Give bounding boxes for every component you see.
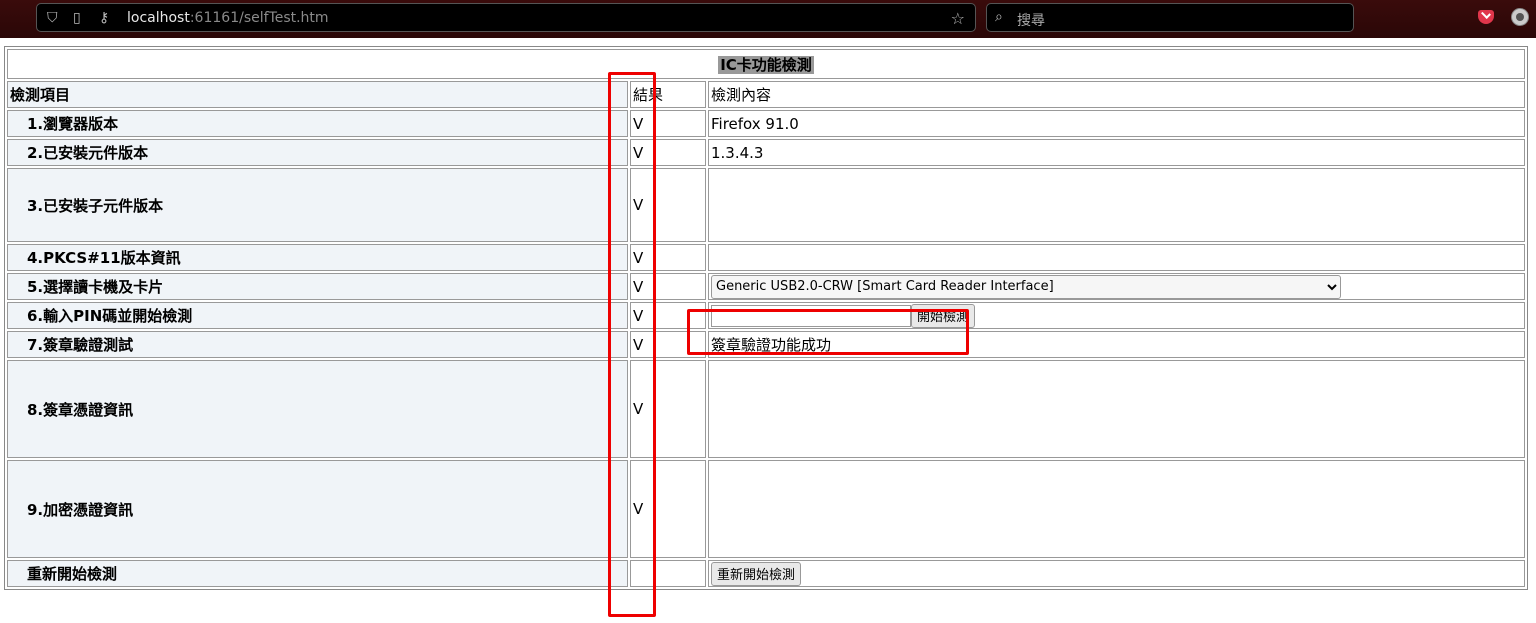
page-icon: ▯ — [73, 10, 81, 26]
card-reader-select[interactable]: Generic USB2.0-CRW [Smart Card Reader In… — [711, 274, 1341, 299]
row-result: V — [630, 244, 706, 271]
browser-toolbar: ⛉ ▯ ⚷ localhost:61161/selfTest.htm ☆ ⌕ 搜… — [0, 0, 1536, 38]
table-title-cell: IC卡功能檢測 — [7, 49, 1525, 79]
row-result: V — [630, 331, 706, 358]
search-placeholder: 搜尋 — [1017, 13, 1045, 29]
pin-input[interactable] — [711, 304, 911, 327]
row-content: 1.3.4.3 — [708, 139, 1525, 166]
row-result — [630, 560, 706, 587]
row-label: 7.簽章驗證測試 — [7, 331, 628, 358]
row-result: V — [630, 302, 706, 329]
row-label: 4.PKCS#11版本資訊 — [7, 244, 628, 271]
table-row: 1.瀏覽器版本 V Firefox 91.0 — [7, 110, 1525, 137]
pocket-icon[interactable] — [1478, 10, 1494, 24]
address-bar[interactable]: ⛉ ▯ ⚷ localhost:61161/selfTest.htm ☆ — [36, 3, 976, 32]
row-content: 簽章驗證功能成功 — [708, 331, 1525, 358]
table-row: 3.已安裝子元件版本 V — [7, 168, 1525, 242]
table-row: 9.加密憑證資訊 V — [7, 460, 1525, 558]
row-label: 2.已安裝元件版本 — [7, 139, 628, 166]
header-content: 檢測內容 — [708, 81, 1525, 108]
row-content — [708, 168, 1525, 242]
header-result: 結果 — [630, 81, 706, 108]
row-content — [708, 244, 1525, 271]
row-label: 3.已安裝子元件版本 — [7, 168, 628, 242]
row-result: V — [630, 139, 706, 166]
shield-icon[interactable]: ⛉ — [47, 10, 58, 26]
table-row: 重新開始檢測 重新開始檢測 — [7, 560, 1525, 587]
row-label: 5.選擇讀卡機及卡片 — [7, 273, 628, 300]
row-content: 開始檢測 — [708, 302, 1525, 329]
search-icon: ⌕ — [995, 9, 1003, 25]
table-row: 6.輸入PIN碼並開始檢測 V 開始檢測 — [7, 302, 1525, 329]
start-test-button[interactable]: 開始檢測 — [911, 303, 976, 328]
row-label: 9.加密憑證資訊 — [7, 460, 628, 558]
row-result: V — [630, 460, 706, 558]
table-row: 4.PKCS#11版本資訊 V — [7, 244, 1525, 271]
row-result: V — [630, 110, 706, 137]
url-text[interactable]: localhost:61161/selfTest.htm — [127, 10, 329, 26]
search-bar[interactable]: ⌕ 搜尋 — [986, 3, 1354, 32]
bookmark-star-icon[interactable]: ☆ — [951, 9, 965, 28]
self-test-page: IC卡功能檢測 檢測項目 結果 檢測內容 1.瀏覽器版本 V Firefox 9… — [4, 46, 1528, 590]
table-row: 5.選擇讀卡機及卡片 V Generic USB2.0-CRW [Smart C… — [7, 273, 1525, 300]
header-item: 檢測項目 — [7, 81, 628, 108]
row-result: V — [630, 273, 706, 300]
table-row: 8.簽章憑證資訊 V — [7, 360, 1525, 458]
row-content — [708, 360, 1525, 458]
row-content: Firefox 91.0 — [708, 110, 1525, 137]
row-result: V — [630, 360, 706, 458]
row-result: V — [630, 168, 706, 242]
row-label: 8.簽章憑證資訊 — [7, 360, 628, 458]
restart-test-button[interactable]: 重新開始檢測 — [711, 561, 802, 586]
table-row: 2.已安裝元件版本 V 1.3.4.3 — [7, 139, 1525, 166]
row-label: 6.輸入PIN碼並開始檢測 — [7, 302, 628, 329]
row-content: 重新開始檢測 — [708, 560, 1525, 587]
table-title: IC卡功能檢測 — [718, 55, 814, 74]
row-label: 1.瀏覽器版本 — [7, 110, 628, 137]
row-content: Generic USB2.0-CRW [Smart Card Reader In… — [708, 273, 1525, 300]
row-content — [708, 460, 1525, 558]
row-label: 重新開始檢測 — [7, 560, 628, 587]
ic-card-test-table: IC卡功能檢測 檢測項目 結果 檢測內容 1.瀏覽器版本 V Firefox 9… — [4, 46, 1528, 590]
account-avatar-icon[interactable] — [1511, 8, 1529, 26]
table-row: 7.簽章驗證測試 V 簽章驗證功能成功 — [7, 331, 1525, 358]
key-icon[interactable]: ⚷ — [99, 10, 109, 26]
